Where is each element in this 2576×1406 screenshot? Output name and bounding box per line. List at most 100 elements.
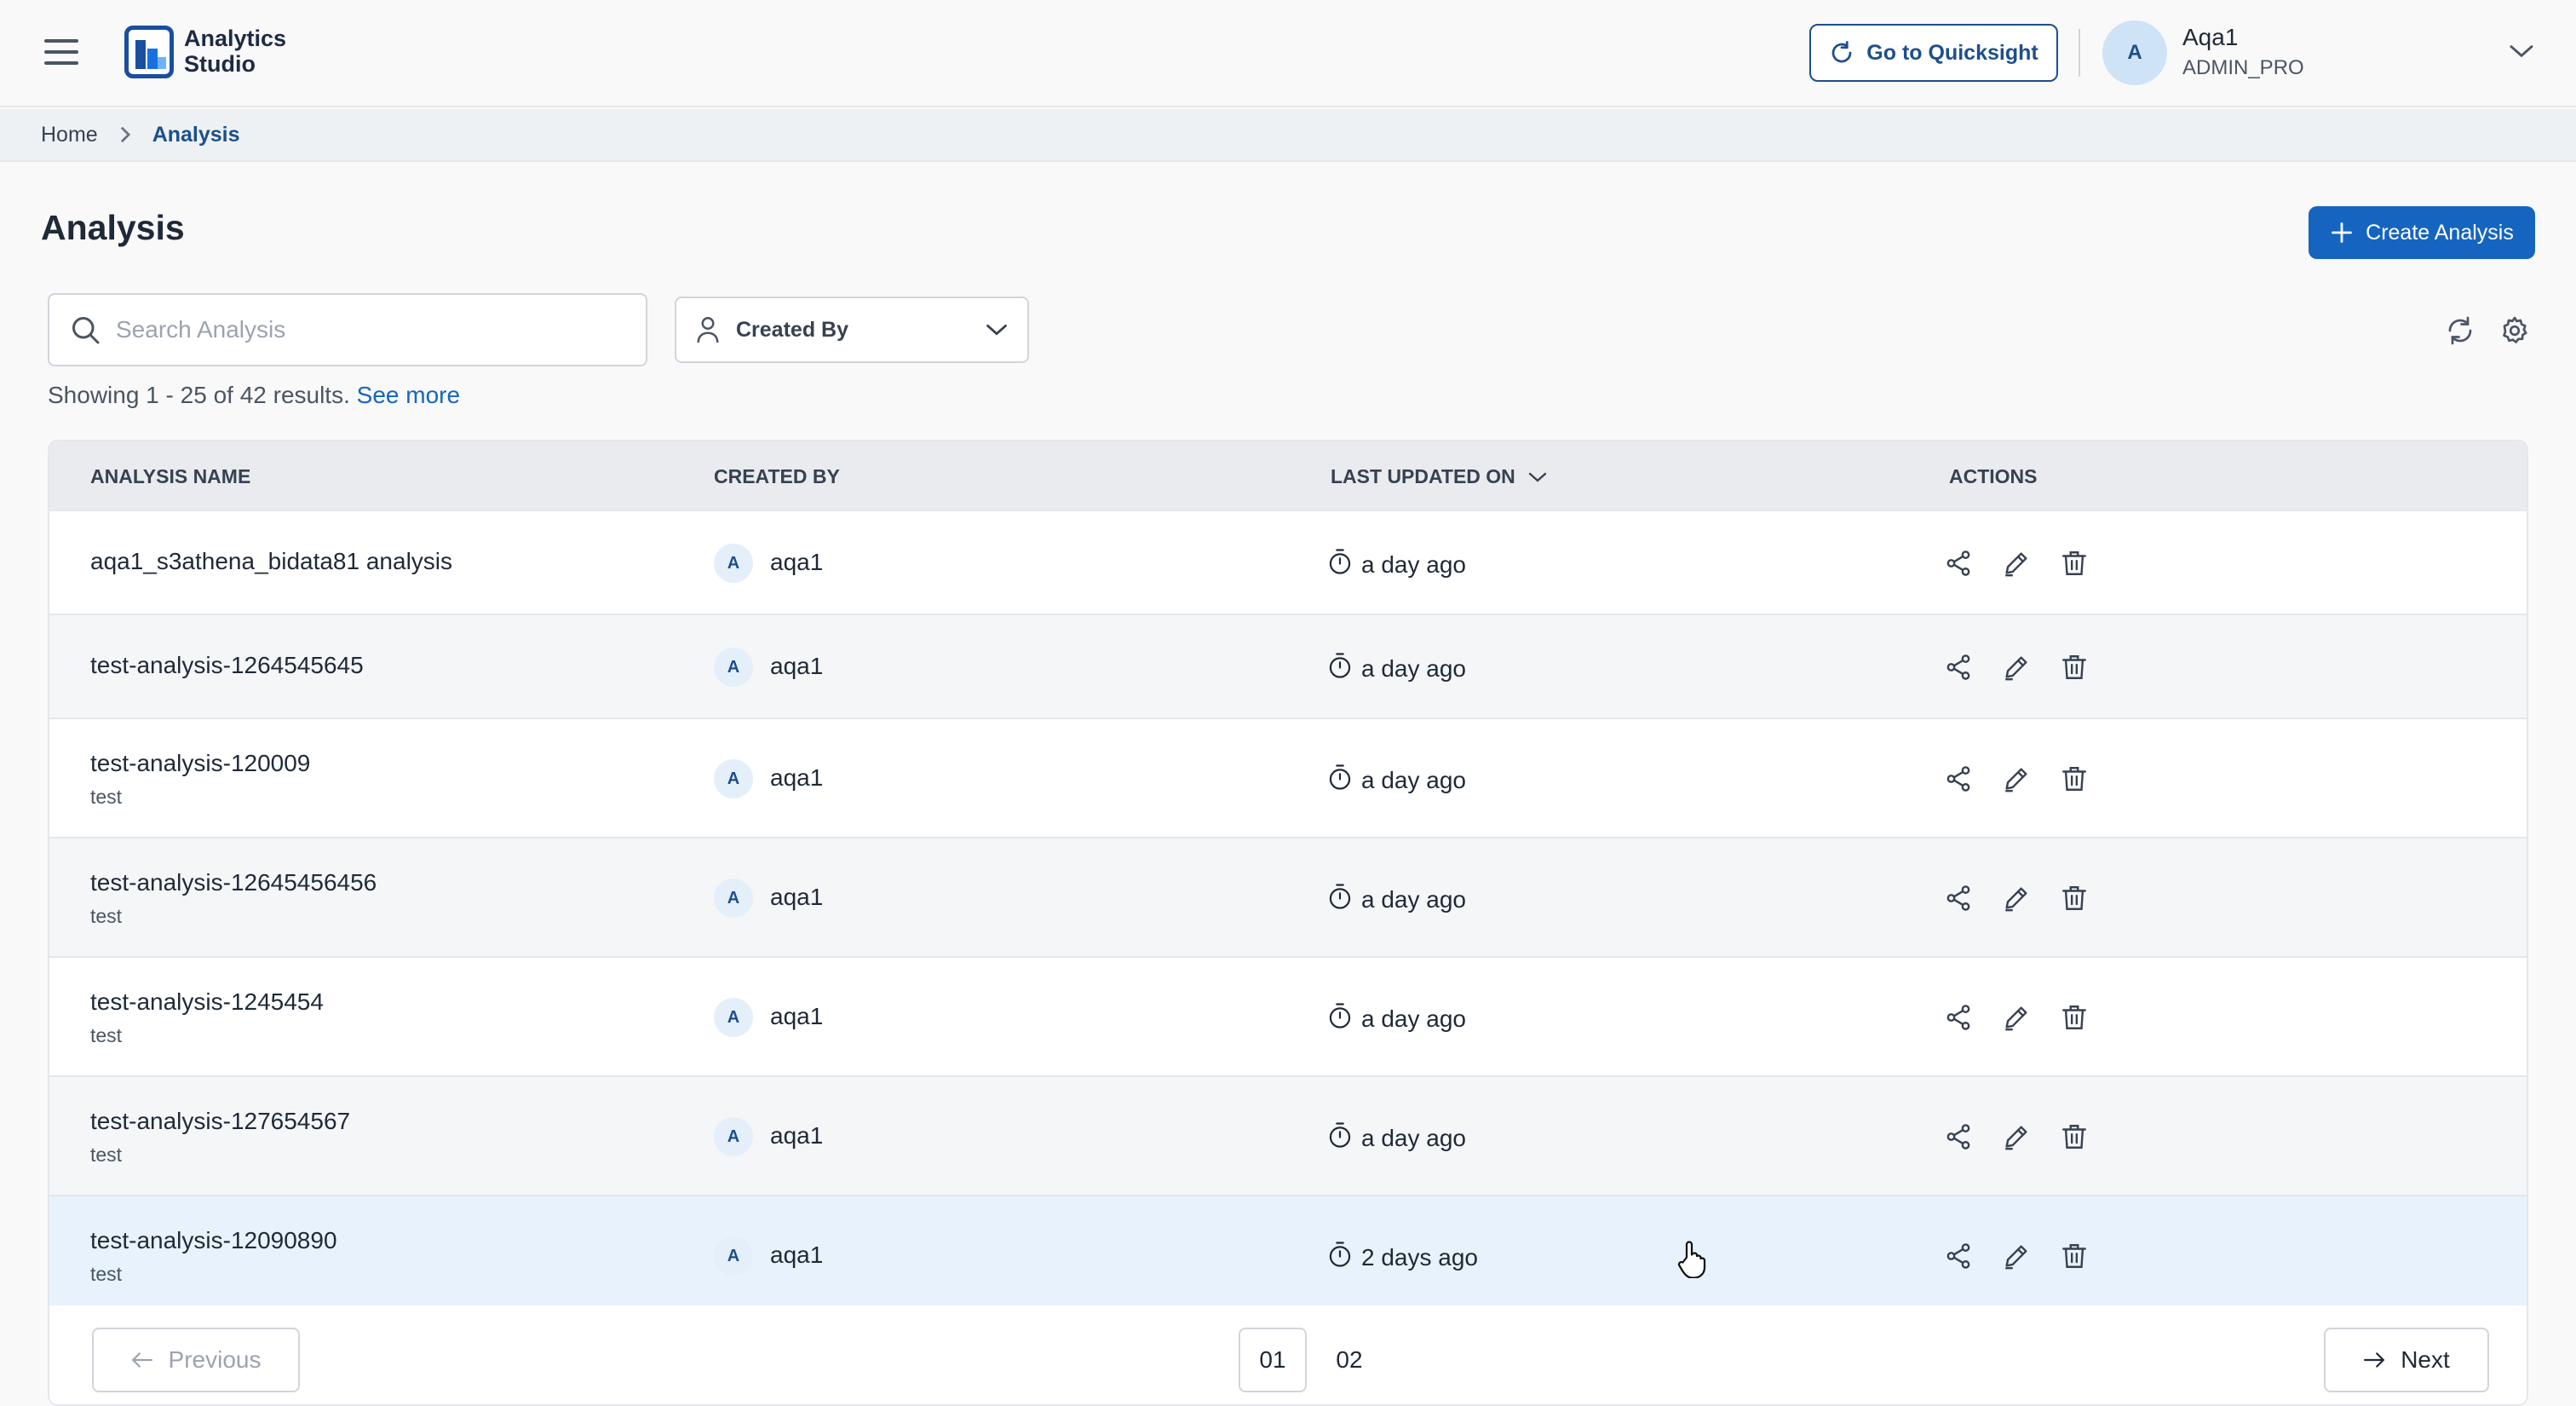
- analysis-name[interactable]: test-analysis-1245454: [90, 988, 324, 1016]
- logo-line-1: Analytics: [184, 26, 287, 51]
- user-avatar[interactable]: A: [2102, 20, 2167, 85]
- arrow-right-icon: [2364, 1352, 2385, 1368]
- last-updated: 2 days ago: [1327, 1241, 1478, 1274]
- search-field[interactable]: [48, 293, 647, 366]
- breadcrumb-home[interactable]: Home: [41, 123, 98, 147]
- see-more-link[interactable]: See more: [357, 382, 460, 408]
- last-updated-text: a day ago: [1361, 654, 1466, 682]
- plus-icon: [2332, 222, 2353, 243]
- app-header: Analytics Studio Go to Quicksight A Aqa1…: [0, 0, 2576, 107]
- column-header-last-updated[interactable]: LAST UPDATED ON: [1331, 465, 1548, 488]
- edit-icon[interactable]: [2002, 549, 2031, 578]
- creator-name: aqa1: [770, 653, 824, 679]
- delete-icon[interactable]: [2060, 1242, 2089, 1271]
- results-text: Showing 1 - 25 of 42 results.: [48, 382, 350, 408]
- previous-label: Previous: [168, 1346, 262, 1373]
- column-header-name: ANALYSIS NAME: [90, 465, 251, 487]
- share-icon[interactable]: [1944, 1242, 1973, 1271]
- table-row[interactable]: test-analysis-12090890 test Aaqa1 2 days ag…: [49, 1195, 2527, 1314]
- analysis-name[interactable]: test-analysis-1264545645: [90, 652, 364, 679]
- table-row[interactable]: test-analysis-12645456456 test Aaqa1 a day …: [49, 837, 2527, 956]
- last-updated: a day ago: [1327, 652, 1466, 685]
- analysis-description: test: [90, 905, 123, 927]
- refresh-icon[interactable]: [2445, 315, 2475, 346]
- page-1-button[interactable]: 01: [1239, 1328, 1307, 1392]
- header-divider: [2079, 29, 2080, 77]
- created-by-filter[interactable]: Created By: [675, 297, 1029, 363]
- delete-icon[interactable]: [2060, 1003, 2089, 1032]
- creator-avatar: A: [714, 544, 753, 583]
- last-updated: a day ago: [1327, 548, 1466, 581]
- clock-icon: [1327, 764, 1353, 797]
- last-updated-text: a day ago: [1361, 550, 1466, 578]
- creator-avatar: A: [714, 1117, 753, 1156]
- creator-name: aqa1: [770, 764, 824, 791]
- last-updated: a day ago: [1327, 1002, 1466, 1035]
- creator-name: aqa1: [770, 549, 824, 575]
- share-icon[interactable]: [1944, 1122, 1973, 1151]
- delete-icon[interactable]: [2060, 764, 2089, 793]
- delete-icon[interactable]: [2060, 653, 2089, 682]
- clock-icon: [1327, 883, 1353, 916]
- clock-icon: [1327, 652, 1353, 685]
- last-updated-text: a day ago: [1361, 1124, 1466, 1151]
- search-input[interactable]: [116, 316, 610, 343]
- share-icon[interactable]: [1944, 549, 1973, 578]
- delete-icon[interactable]: [2060, 1122, 2089, 1151]
- chevron-right-icon: [120, 126, 130, 143]
- go-to-quicksight-button[interactable]: Go to Quicksight: [1809, 24, 2058, 82]
- creator-name: aqa1: [770, 1122, 824, 1149]
- last-updated-text: 2 days ago: [1361, 1243, 1478, 1271]
- delete-icon[interactable]: [2060, 549, 2089, 578]
- last-updated: a day ago: [1327, 883, 1466, 916]
- table-row[interactable]: test-analysis-127654567 test Aaqa1 a day ag…: [49, 1075, 2527, 1195]
- next-button[interactable]: Next: [2324, 1328, 2489, 1392]
- delete-icon[interactable]: [2060, 884, 2089, 913]
- analysis-name[interactable]: test-analysis-120009: [90, 750, 310, 777]
- chevron-down-icon[interactable]: [2508, 41, 2535, 61]
- last-updated-text: a day ago: [1361, 885, 1466, 913]
- create-analysis-button[interactable]: Create Analysis: [2309, 206, 2535, 259]
- breadcrumb-current: Analysis: [152, 122, 240, 147]
- creator-avatar: A: [714, 648, 753, 687]
- sort-chevron-down-icon: [1528, 472, 1546, 482]
- clock-icon: [1327, 1241, 1353, 1274]
- page-2-button[interactable]: 02: [1315, 1328, 1383, 1392]
- analysis-table: ANALYSIS NAME CREATED BY LAST UPDATED ON…: [48, 440, 2528, 1406]
- edit-icon[interactable]: [2002, 1003, 2031, 1032]
- user-icon: [697, 317, 719, 343]
- share-icon[interactable]: [1944, 653, 1973, 682]
- pagination: Previous 01 02 Next: [49, 1305, 2527, 1404]
- clock-icon: [1327, 548, 1353, 581]
- edit-icon[interactable]: [2002, 1122, 2031, 1151]
- share-icon[interactable]: [1944, 764, 1973, 793]
- table-row[interactable]: test-analysis-120009 test Aaqa1 a day ago: [49, 717, 2527, 837]
- share-icon[interactable]: [1944, 1003, 1973, 1032]
- logo-icon: [124, 26, 174, 78]
- analysis-description: test: [90, 1263, 123, 1285]
- refresh-icon: [1831, 41, 1852, 63]
- creator-avatar: A: [714, 879, 753, 918]
- edit-icon[interactable]: [2002, 1242, 2031, 1271]
- last-updated: a day ago: [1327, 764, 1466, 797]
- table-row[interactable]: test-analysis-1245454 test Aaqa1 a day ago: [49, 956, 2527, 1075]
- settings-icon[interactable]: [2499, 315, 2530, 346]
- creator-avatar: A: [714, 759, 753, 798]
- menu-icon[interactable]: [44, 39, 78, 66]
- clock-icon: [1327, 1002, 1353, 1035]
- analysis-name[interactable]: test-analysis-12645456456: [90, 869, 377, 896]
- edit-icon[interactable]: [2002, 764, 2031, 793]
- next-label: Next: [2401, 1346, 2450, 1373]
- table-row[interactable]: aqa1_s3athena_bidata81 analysis Aaqa1 a da…: [49, 510, 2527, 614]
- last-updated-text: a day ago: [1361, 766, 1466, 793]
- edit-icon[interactable]: [2002, 884, 2031, 913]
- analysis-name[interactable]: aqa1_s3athena_bidata81 analysis: [90, 548, 452, 575]
- table-row[interactable]: test-analysis-1264545645 Aaqa1 a day ago: [49, 614, 2527, 717]
- edit-icon[interactable]: [2002, 653, 2031, 682]
- analysis-name[interactable]: test-analysis-12090890: [90, 1227, 337, 1254]
- share-icon[interactable]: [1944, 884, 1973, 913]
- analysis-name[interactable]: test-analysis-127654567: [90, 1108, 350, 1135]
- creator-name: aqa1: [770, 884, 824, 910]
- arrow-left-icon: [131, 1352, 152, 1368]
- previous-button[interactable]: Previous: [92, 1328, 300, 1392]
